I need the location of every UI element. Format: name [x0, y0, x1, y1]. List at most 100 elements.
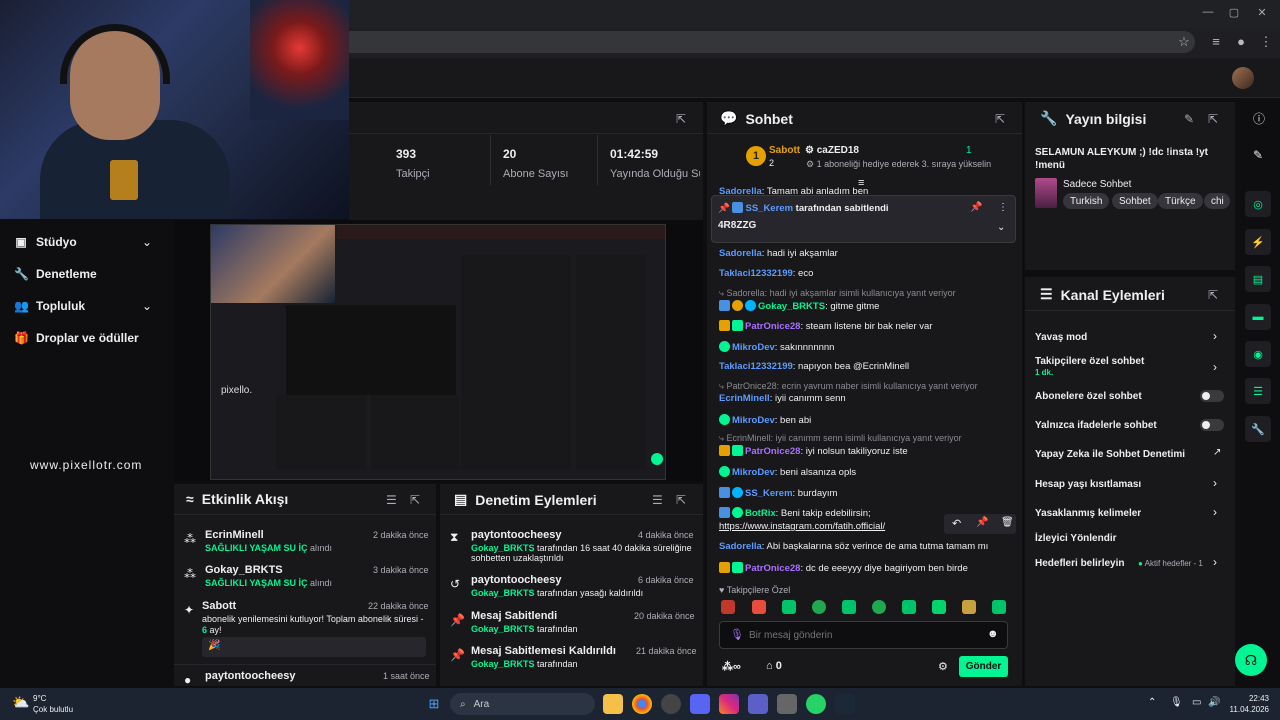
chevron-right-icon[interactable]: › [1213, 555, 1217, 569]
wrench-icon[interactable]: 🔧 [1245, 416, 1271, 442]
emote[interactable] [782, 600, 796, 614]
set-goals[interactable]: Hedefleri belirleyin [1035, 558, 1124, 569]
chat-input[interactable] [749, 626, 969, 644]
emote-only-toggle[interactable] [1200, 419, 1224, 431]
popout-icon[interactable]: ⇱ [1208, 112, 1218, 126]
profile-icon[interactable]: ● [1233, 34, 1249, 50]
start-icon[interactable]: ⊞ [424, 694, 444, 714]
settings-icon[interactable]: ⚙ [938, 660, 948, 673]
emote[interactable] [962, 600, 976, 614]
address-bar[interactable] [330, 31, 1195, 53]
filter-icon[interactable]: ☰ [652, 493, 663, 507]
clock-time[interactable]: 22:43 [1229, 694, 1269, 703]
chevron-right-icon[interactable]: › [1213, 476, 1217, 490]
emote[interactable] [752, 600, 766, 614]
chrome-icon[interactable] [632, 694, 652, 714]
chevron-right-icon[interactable]: › [1213, 505, 1217, 519]
chat-link[interactable]: https://www.instagram.com/fatih.official… [719, 521, 885, 533]
chevron-right-icon[interactable]: › [1213, 329, 1217, 343]
nav-item-studio[interactable]: ▣ Stüdyo [14, 232, 76, 252]
feed-user[interactable]: EcrinMinell [205, 529, 264, 541]
category-name[interactable]: Sadece Sohbet [1063, 179, 1131, 190]
points-balance[interactable]: ⌂ 0 [766, 660, 782, 672]
popout-icon[interactable]: ⇱ [676, 493, 686, 507]
followers-only-chat[interactable]: Takipçilere özel sohbet [1035, 356, 1144, 367]
feed-user[interactable]: paytontoocheesy [205, 670, 295, 682]
taskbar-search[interactable]: ⌕ Ara [450, 693, 595, 715]
broadcast-icon[interactable]: ◉ [1245, 341, 1271, 367]
pin-icon[interactable]: 📌 [976, 517, 988, 528]
tag[interactable]: chi [1204, 193, 1230, 209]
subscriber-only-toggle[interactable] [1200, 390, 1224, 402]
chevron-right-icon[interactable]: › [1213, 360, 1217, 374]
send-button[interactable]: Gönder [959, 656, 1008, 677]
avatar[interactable] [1232, 67, 1254, 89]
tag[interactable]: Türkçe [1158, 193, 1203, 209]
edit-icon[interactable]: ✎ [1184, 112, 1194, 126]
banned-words[interactable]: Yasaklanmış kelimeler [1035, 508, 1141, 519]
emote[interactable] [721, 600, 735, 614]
popout-icon[interactable]: ⇱ [1208, 288, 1218, 302]
delete-icon[interactable]: 🗑 [1001, 517, 1014, 528]
instagram-icon[interactable] [719, 694, 739, 714]
minimize-button[interactable]: — [1198, 6, 1218, 20]
popout-icon[interactable]: ⇱ [995, 112, 1005, 126]
microphone-icon[interactable]: 🎙 [1170, 697, 1183, 708]
document-icon[interactable]: ▤ [1245, 266, 1271, 292]
nav-item-moderation[interactable]: 🔧 Denetleme [14, 264, 97, 284]
camera-icon[interactable]: ◎ [1245, 191, 1271, 217]
feed-detail: SAĞLIKLI YAŞAM SU İÇ alındı [205, 543, 333, 553]
ai-moderation[interactable]: Yapay Zeka ile Sohbet Denetimi [1035, 449, 1185, 460]
teams-icon[interactable] [748, 694, 768, 714]
maximize-button[interactable]: ▢ [1224, 6, 1244, 20]
file-explorer-icon[interactable] [603, 694, 623, 714]
popout-icon[interactable]: ⇱ [410, 493, 420, 507]
microphone-icon[interactable]: 🎙 [730, 628, 744, 641]
reply-icon[interactable]: ↶ [952, 517, 961, 530]
tag[interactable]: Sohbet [1112, 193, 1158, 209]
host-viewers[interactable]: İzleyici Yönlendir [1035, 533, 1117, 544]
network-icon[interactable]: ▭ [1192, 697, 1201, 708]
filter-icon[interactable]: ☰ [386, 493, 397, 507]
reading-list-icon[interactable]: ≡ [1208, 34, 1224, 50]
more-options-icon[interactable]: ⋮ [998, 202, 1008, 213]
calculator-icon[interactable] [777, 694, 797, 714]
info-icon[interactable]: ⓘ [1253, 110, 1265, 127]
feed-user[interactable]: Sabott [202, 600, 236, 612]
emote[interactable] [992, 600, 1006, 614]
edit-icon[interactable]: ✎ [1253, 148, 1263, 162]
emote[interactable] [902, 600, 916, 614]
browser-menu-icon[interactable]: ⋮ [1258, 34, 1274, 50]
account-age-restriction[interactable]: Hesap yaşı kısıtlaması [1035, 479, 1141, 490]
leader-name[interactable]: Sabott [769, 145, 800, 156]
emoji-icon[interactable]: ☻ [987, 628, 999, 640]
whatsapp-icon[interactable] [806, 694, 826, 714]
unpin-icon[interactable]: 📌 [970, 202, 982, 213]
emote[interactable] [842, 600, 856, 614]
bookmark-star-icon[interactable]: ☆ [1176, 34, 1192, 50]
clock-date[interactable]: 11.04.2026 [1219, 705, 1269, 714]
app-icon[interactable] [661, 694, 681, 714]
gift-leader[interactable]: ⚙ caZED18 [805, 145, 859, 156]
channel-points[interactable]: ⁂∞ [722, 660, 741, 673]
help-headset-button[interactable]: ☊ [1235, 644, 1267, 676]
external-link-icon[interactable]: ↗ [1213, 447, 1221, 458]
close-window-button[interactable]: ✕ [1252, 6, 1272, 20]
list-icon[interactable]: ☰ [1245, 378, 1271, 404]
slow-mode[interactable]: Yavaş mod [1035, 332, 1087, 343]
emote[interactable] [932, 600, 946, 614]
popout-icon[interactable]: ⇱ [676, 112, 686, 126]
steam-icon[interactable] [835, 694, 855, 714]
emote[interactable] [812, 600, 826, 614]
nav-item-community[interactable]: 👥 Topluluk [14, 296, 85, 316]
tag[interactable]: Turkish [1063, 193, 1110, 209]
feed-user[interactable]: Gokay_BRKTS [205, 564, 283, 576]
emote[interactable] [872, 600, 886, 614]
activity-icon: ≈ [186, 491, 194, 507]
lightning-icon[interactable]: ⚡ [1245, 229, 1271, 255]
nav-item-drops[interactable]: 🎁 Droplar ve ödüller [14, 328, 139, 348]
discord-icon[interactable] [690, 694, 710, 714]
chevron-up-icon[interactable]: ⌃ [1148, 697, 1156, 708]
chevron-down-icon[interactable]: ⌄ [997, 222, 1005, 233]
chat-bubble-icon[interactable]: ▬ [1245, 304, 1271, 330]
